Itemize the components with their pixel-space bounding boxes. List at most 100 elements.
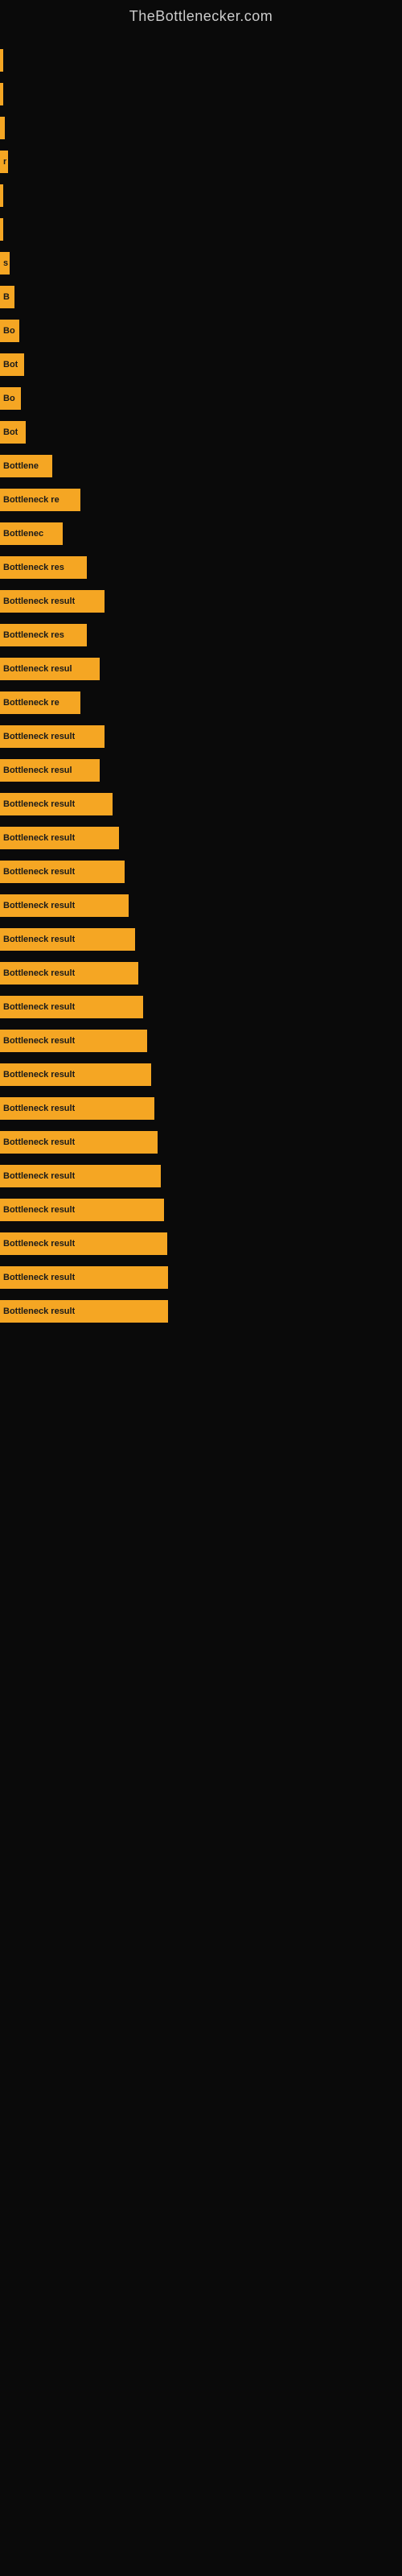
bar-row: Bottleneck result bbox=[0, 1127, 402, 1158]
bar-row: Bottleneck re bbox=[0, 687, 402, 718]
bar: Bottleneck result bbox=[0, 1300, 168, 1323]
bar: Bottleneck result bbox=[0, 1030, 147, 1052]
bar: Bottleneck result bbox=[0, 861, 125, 883]
bar-label: s bbox=[3, 258, 8, 268]
bar-label: Bottleneck result bbox=[3, 1171, 75, 1181]
bar-label: Bottleneck result bbox=[3, 935, 75, 944]
bar-label: Bo bbox=[3, 326, 15, 336]
bars-container: r s B Bo Bot Bo Bot Bottlene Bottleneck re Bottle… bbox=[0, 29, 402, 1330]
bar: Bot bbox=[0, 421, 26, 444]
bar: Bottleneck result bbox=[0, 962, 138, 985]
bar: Bottleneck result bbox=[0, 1232, 167, 1255]
bar: Bottleneck result bbox=[0, 996, 143, 1018]
bar-row: Bottleneck resul bbox=[0, 755, 402, 786]
bar-row: Bottleneck result bbox=[0, 586, 402, 617]
bar-row: Bottleneck result bbox=[0, 890, 402, 921]
bar-row: Bottleneck result bbox=[0, 958, 402, 989]
bar-label: Bottleneck result bbox=[3, 1239, 75, 1249]
bar: s bbox=[0, 252, 10, 275]
bar-label: Bottleneck resul bbox=[3, 664, 72, 674]
bar-row: Bottleneck result bbox=[0, 992, 402, 1022]
bar-row: Bottleneck result bbox=[0, 857, 402, 887]
bar: Bottleneck result bbox=[0, 1199, 164, 1221]
bar-label: r bbox=[3, 157, 6, 167]
bar: Bot bbox=[0, 353, 24, 376]
bar: Bottleneck result bbox=[0, 827, 119, 849]
bar: Bottleneck result bbox=[0, 1097, 154, 1120]
bar: Bottleneck result bbox=[0, 1131, 158, 1154]
bar-row: r bbox=[0, 147, 402, 177]
bar: Bottleneck result bbox=[0, 894, 129, 917]
bar-label: Bottleneck result bbox=[3, 1205, 75, 1215]
bar-label: Bo bbox=[3, 394, 15, 403]
bar: Bottleneck result bbox=[0, 928, 135, 951]
bar-label: Bottleneck re bbox=[3, 495, 59, 505]
bar-row: Bottleneck result bbox=[0, 924, 402, 955]
bar-label: Bottleneck result bbox=[3, 1002, 75, 1012]
bar-row: Bottleneck result bbox=[0, 823, 402, 853]
bar: Bottleneck result bbox=[0, 590, 105, 613]
bar-label: Bottleneck result bbox=[3, 1070, 75, 1080]
bar: Bottleneck res bbox=[0, 624, 87, 646]
bar-row: Bo bbox=[0, 383, 402, 414]
bar-row: Bottlene bbox=[0, 451, 402, 481]
bar-label: Bottleneck result bbox=[3, 1036, 75, 1046]
bar-label: Bottleneck result bbox=[3, 833, 75, 843]
bar-row bbox=[0, 214, 402, 245]
bar-row: Bo bbox=[0, 316, 402, 346]
bar: B bbox=[0, 286, 14, 308]
bar-label: B bbox=[3, 292, 10, 302]
bar-label: Bottleneck result bbox=[3, 1104, 75, 1113]
bar: Bottleneck resul bbox=[0, 759, 100, 782]
bar-label: Bot bbox=[3, 360, 18, 369]
bar-row: Bot bbox=[0, 349, 402, 380]
bar bbox=[0, 218, 3, 241]
bar-label: Bottleneck re bbox=[3, 698, 59, 708]
bar: Bottleneck resul bbox=[0, 658, 100, 680]
bar-row: s bbox=[0, 248, 402, 279]
bar-row: Bottleneck re bbox=[0, 485, 402, 515]
bar-row: Bottleneck result bbox=[0, 1228, 402, 1259]
bar-label: Bottlenec bbox=[3, 529, 43, 539]
bar-label: Bottleneck result bbox=[3, 1137, 75, 1147]
bar-row: B bbox=[0, 282, 402, 312]
bar-row: Bottleneck result bbox=[0, 1093, 402, 1124]
bar-label: Bottleneck result bbox=[3, 867, 75, 877]
site-title: TheBottlenecker.com bbox=[0, 0, 402, 29]
bar-row: Bottleneck result bbox=[0, 1195, 402, 1225]
bar: Bottleneck result bbox=[0, 1063, 151, 1086]
bar-label: Bottleneck res bbox=[3, 563, 64, 572]
bar: Bo bbox=[0, 320, 19, 342]
bar-row: Bottleneck resul bbox=[0, 654, 402, 684]
bar: Bottleneck re bbox=[0, 489, 80, 511]
bar-row: Bottleneck result bbox=[0, 1296, 402, 1327]
bar-row bbox=[0, 45, 402, 76]
bar: Bottleneck result bbox=[0, 1266, 168, 1289]
bar: Bottleneck res bbox=[0, 556, 87, 579]
bar: Bottlene bbox=[0, 455, 52, 477]
bar-label: Bottleneck result bbox=[3, 732, 75, 741]
bar-row: Bottleneck res bbox=[0, 552, 402, 583]
bar-row bbox=[0, 180, 402, 211]
bar-row: Bottleneck result bbox=[0, 1026, 402, 1056]
bar: Bottlenec bbox=[0, 522, 63, 545]
bar: Bottleneck result bbox=[0, 793, 113, 815]
bar-label: Bottleneck resul bbox=[3, 766, 72, 775]
bar-label: Bottleneck result bbox=[3, 1307, 75, 1316]
bar bbox=[0, 117, 5, 139]
bar: Bottleneck re bbox=[0, 691, 80, 714]
bar-label: Bot bbox=[3, 427, 18, 437]
bar-label: Bottleneck result bbox=[3, 968, 75, 978]
bar-row: Bottleneck result bbox=[0, 1161, 402, 1191]
bar-row: Bottleneck result bbox=[0, 721, 402, 752]
bar-label: Bottleneck result bbox=[3, 901, 75, 910]
bar: Bottleneck result bbox=[0, 725, 105, 748]
bar-label: Bottleneck result bbox=[3, 799, 75, 809]
bar-row bbox=[0, 113, 402, 143]
bar bbox=[0, 184, 3, 207]
bar: r bbox=[0, 151, 8, 173]
bar-row: Bottleneck result bbox=[0, 1059, 402, 1090]
bar: Bottleneck result bbox=[0, 1165, 161, 1187]
bar bbox=[0, 49, 3, 72]
bar-label: Bottleneck result bbox=[3, 597, 75, 606]
